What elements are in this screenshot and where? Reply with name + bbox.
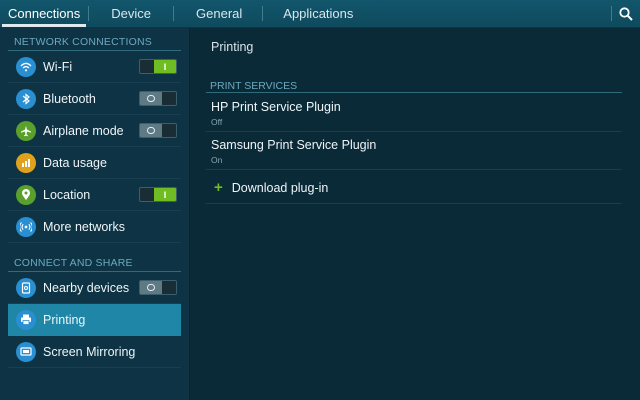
more-networks-icon (16, 216, 36, 237)
sidebar-item-label: Wi-Fi (43, 59, 73, 74)
download-plugin-button[interactable]: + Download plug-in (206, 172, 622, 204)
service-name: HP Print Service Plugin (211, 100, 341, 114)
service-item-hp[interactable]: HP Print Service Plugin Off (206, 94, 622, 132)
screen-mirroring-icon (16, 341, 36, 362)
sidebar-item-label: Airplane mode (43, 123, 124, 138)
tab-general[interactable]: General (174, 0, 262, 27)
sidebar-item-label: Data usage (43, 155, 107, 170)
sidebar-item-bluetooth[interactable]: Bluetooth (8, 83, 181, 115)
wifi-toggle[interactable]: I (139, 59, 177, 74)
tab-connections[interactable]: Connections (0, 0, 88, 27)
sidebar-item-nearby-devices[interactable]: Nearby devices (8, 272, 181, 304)
sidebar-item-airplane-mode[interactable]: Airplane mode (8, 115, 181, 147)
sidebar-item-label: More networks (43, 219, 125, 234)
wifi-icon (16, 56, 36, 77)
tab-device[interactable]: Device (89, 0, 173, 27)
connect-and-share-header: CONNECT AND SHARE (14, 257, 133, 269)
sidebar-item-screen-mirroring[interactable]: Screen Mirroring (8, 336, 181, 368)
network-connections-header: NETWORK CONNECTIONS (14, 36, 152, 48)
bluetooth-icon (16, 88, 36, 109)
bluetooth-toggle[interactable] (139, 91, 177, 106)
sidebar-item-label: Nearby devices (43, 280, 130, 295)
sidebar-item-label: Screen Mirroring (43, 344, 136, 359)
service-item-samsung[interactable]: Samsung Print Service Plugin On (206, 132, 622, 170)
airplane-icon (16, 120, 36, 141)
service-status: Off (211, 117, 223, 127)
tab-applications[interactable]: Applications (263, 0, 373, 27)
search-button[interactable] (612, 0, 640, 27)
print-services-header: PRINT SERVICES (210, 80, 298, 92)
plus-icon: + (214, 179, 223, 196)
sidebar-item-wifi[interactable]: Wi-Fi I (8, 51, 181, 83)
service-status: On (211, 155, 223, 165)
search-icon (619, 6, 633, 21)
location-toggle[interactable]: I (139, 187, 177, 202)
sidebar-item-label: Bluetooth (43, 91, 96, 106)
nearby-devices-toggle[interactable] (139, 280, 177, 295)
sidebar-item-label: Printing (43, 312, 86, 327)
service-name: Samsung Print Service Plugin (211, 138, 377, 152)
page-title: Printing (211, 40, 254, 54)
sidebar-item-data-usage[interactable]: Data usage (8, 147, 181, 179)
tab-bar: Connections Device General Applications (0, 0, 640, 28)
sidebar-item-more-networks[interactable]: More networks (8, 211, 181, 243)
sidebar: NETWORK CONNECTIONS Wi-Fi I Bluetooth Ai… (0, 28, 190, 400)
airplane-mode-toggle[interactable] (139, 123, 177, 138)
sidebar-item-printing[interactable]: Printing (8, 304, 181, 336)
printing-panel: Printing PRINT SERVICES HP Print Service… (191, 28, 640, 400)
nearby-devices-icon (16, 277, 36, 298)
data-usage-icon (16, 152, 36, 173)
sidebar-item-label: Location (43, 187, 91, 202)
download-plugin-label: Download plug-in (231, 180, 329, 195)
printer-icon (16, 309, 36, 330)
sidebar-item-location[interactable]: Location I (8, 179, 181, 211)
location-icon (16, 184, 36, 205)
